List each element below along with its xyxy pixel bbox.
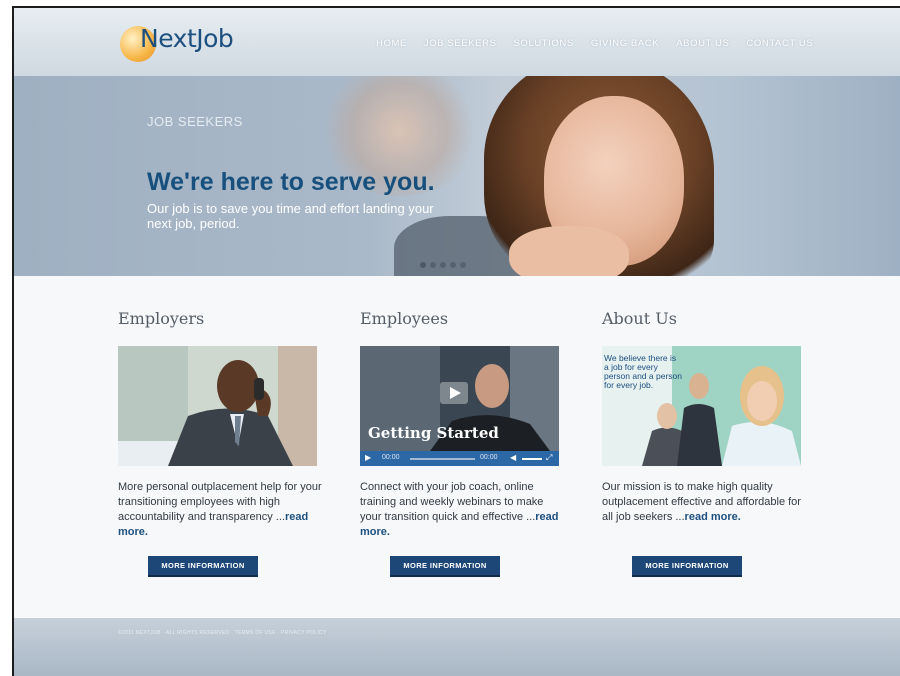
site-header: NextJob HOME JOB SEEKERS SOLUTIONS GIVIN… [14, 8, 900, 76]
logo-text: NextJob [140, 24, 234, 53]
video-total-time: 00:00 [480, 454, 498, 461]
employers-title: Employers [118, 309, 205, 328]
hero-hand [509, 226, 629, 276]
slider-dots [420, 262, 466, 268]
slider-dot[interactable] [460, 262, 466, 268]
nav-about-us[interactable]: ABOUT US [676, 38, 729, 49]
main-content: Employers More personal outplacement hel… [14, 276, 900, 618]
employees-more-info-button[interactable]: MORE INFORMATION [390, 556, 500, 577]
employees-title: Employees [360, 309, 449, 328]
browser-frame: NextJob HOME JOB SEEKERS SOLUTIONS GIVIN… [12, 6, 900, 676]
slider-dot[interactable] [420, 262, 426, 268]
volume-slider[interactable] [522, 458, 542, 460]
main-nav: HOME JOB SEEKERS SOLUTIONS GIVING BACK A… [376, 38, 830, 49]
hero-title: We're here to serve you. [147, 168, 435, 196]
play-icon[interactable]: ▶ [365, 453, 371, 462]
employers-more-info-button[interactable]: MORE INFORMATION [148, 556, 258, 577]
footer-text: ©2011 NEXTJOB · ALL RIGHTS RESERVED · TE… [118, 630, 327, 636]
hero-text: Our job is to save you time and effort l… [147, 201, 434, 231]
businessman-photo [118, 346, 317, 466]
employees-video[interactable]: Getting Started ▶ 00:00 00:00 ◀ ⤢ [360, 346, 559, 466]
about-title: About Us [602, 309, 677, 328]
about-image-caption: We believe there is a job for every pers… [604, 353, 682, 390]
about-image[interactable]: We believe there is a job for every pers… [602, 346, 801, 466]
logo[interactable]: NextJob [120, 22, 250, 66]
nav-giving-back[interactable]: GIVING BACK [591, 38, 659, 49]
volume-icon[interactable]: ◀ [510, 453, 516, 462]
video-thumbnail [360, 346, 559, 466]
nav-contact-us[interactable]: CONTACT US [746, 38, 813, 49]
video-overlay-title: Getting Started [368, 424, 499, 442]
about-more-info-button[interactable]: MORE INFORMATION [632, 556, 742, 577]
video-progress-bar[interactable] [410, 458, 475, 460]
about-read-more-link[interactable]: read more. [685, 511, 741, 523]
site-footer: ©2011 NEXTJOB · ALL RIGHTS RESERVED · TE… [14, 618, 900, 676]
slider-dot[interactable] [430, 262, 436, 268]
employers-image[interactable] [118, 346, 317, 466]
slider-dot[interactable] [450, 262, 456, 268]
video-controls: ▶ 00:00 00:00 ◀ ⤢ [360, 451, 559, 466]
video-current-time: 00:00 [382, 454, 400, 461]
nav-solutions[interactable]: SOLUTIONS [514, 38, 574, 49]
employees-description: Connect with your job coach, online trai… [360, 481, 544, 523]
nav-home[interactable]: HOME [376, 38, 407, 49]
hero-eyebrow: JOB SEEKERS [147, 114, 243, 129]
employers-text: More personal outplacement help for your… [118, 480, 323, 540]
about-text: Our mission is to make high quality outp… [602, 480, 807, 525]
fullscreen-icon[interactable]: ⤢ [546, 453, 552, 463]
slider-dot[interactable] [440, 262, 446, 268]
nav-job-seekers[interactable]: JOB SEEKERS [424, 38, 497, 49]
employees-text: Connect with your job coach, online trai… [360, 480, 565, 540]
hero-banner: JOB SEEKERS We're here to serve you. Our… [14, 76, 900, 276]
